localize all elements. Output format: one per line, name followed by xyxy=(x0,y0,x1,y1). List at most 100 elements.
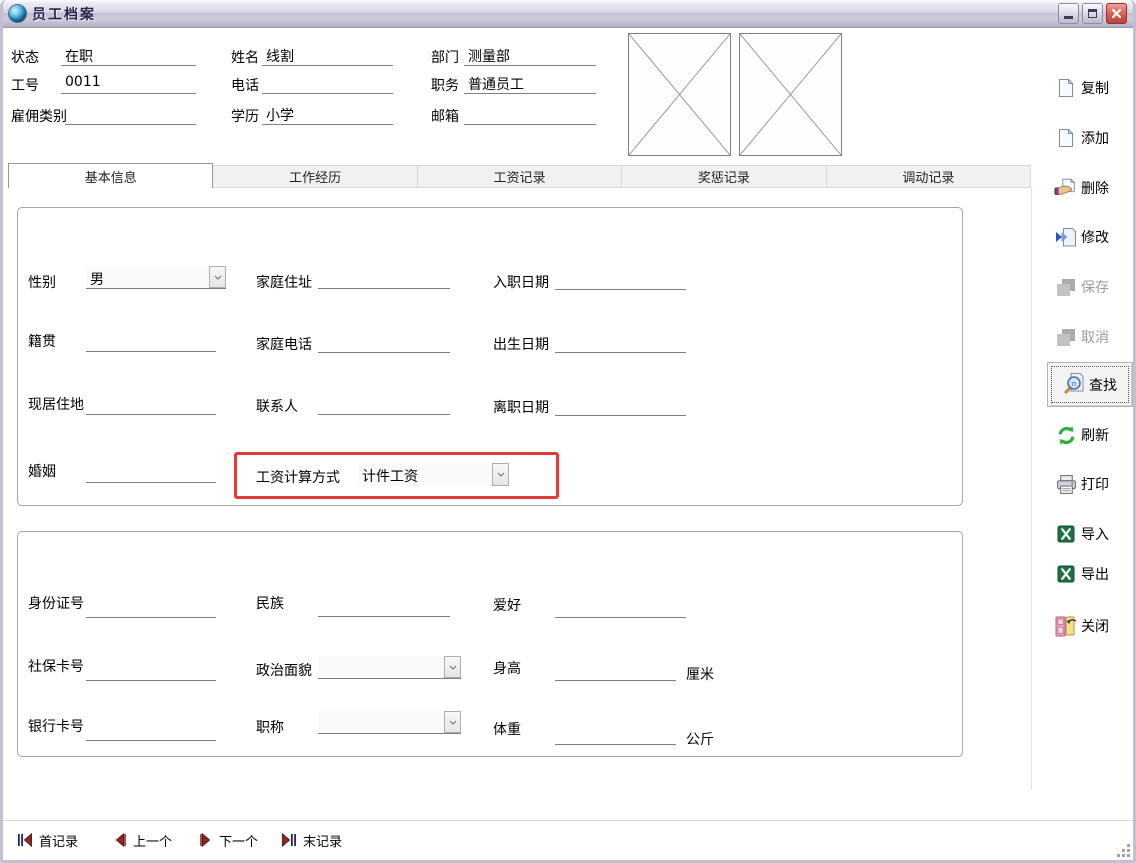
weight-field[interactable] xyxy=(555,725,676,745)
job-title-combobox[interactable] xyxy=(318,711,461,734)
position-field[interactable]: 普通员工 xyxy=(464,74,596,94)
education-field[interactable]: 小学 xyxy=(262,105,393,125)
tab-work-experience[interactable]: 工作经历 xyxy=(213,165,417,188)
refresh-arrows-icon xyxy=(1054,424,1078,446)
name-field[interactable]: 线割 xyxy=(262,46,393,66)
hire-date-field[interactable] xyxy=(555,270,686,290)
salary-method-label: 工资计算方式 xyxy=(256,467,340,487)
photo-x-placeholder-icon xyxy=(629,34,730,155)
salary-method-value: 计件工资 xyxy=(362,466,418,486)
native-place-field[interactable] xyxy=(86,332,216,352)
import-button-label: 导入 xyxy=(1081,524,1109,544)
last-record-button[interactable]: 末记录 xyxy=(281,830,342,850)
phone-label: 电话 xyxy=(231,75,259,95)
import-button[interactable]: 导入 xyxy=(1054,521,1134,547)
gender-dropdown-button[interactable] xyxy=(209,266,226,288)
svg-text:n: n xyxy=(1072,380,1076,388)
save-button-label: 保存 xyxy=(1081,277,1109,297)
hire-date-label: 入职日期 xyxy=(493,272,549,292)
print-button-label: 打印 xyxy=(1081,474,1109,494)
weight-unit-label: 公斤 xyxy=(686,729,714,749)
cancel-button-label: 取消 xyxy=(1081,327,1109,347)
hobby-label: 爱好 xyxy=(493,595,521,615)
chevron-down-icon xyxy=(449,720,457,725)
add-button[interactable]: 添加 xyxy=(1054,125,1134,151)
chevron-down-icon xyxy=(497,472,505,477)
refresh-button[interactable]: 刷新 xyxy=(1054,422,1134,448)
close-window-button[interactable]: 关闭 xyxy=(1054,613,1134,639)
home-phone-label: 家庭电话 xyxy=(256,334,312,354)
home-address-label: 家庭住址 xyxy=(256,272,312,292)
employ-type-field[interactable] xyxy=(65,105,196,125)
bank-card-field[interactable] xyxy=(86,721,216,741)
residence-field[interactable] xyxy=(86,395,216,415)
copy-button[interactable]: 复制 xyxy=(1054,75,1134,101)
first-record-label: 首记录 xyxy=(39,831,78,850)
hobby-field[interactable] xyxy=(555,598,686,618)
tab-salary-records[interactable]: 工资记录 xyxy=(418,165,622,188)
export-button[interactable]: 导出 xyxy=(1054,561,1134,587)
salary-method-combobox[interactable]: 计件工资 xyxy=(358,463,509,486)
job-title-label: 职称 xyxy=(256,717,284,737)
email-field[interactable] xyxy=(464,105,596,125)
salary-method-dropdown-button[interactable] xyxy=(492,463,509,486)
basic-info-groupbox xyxy=(17,207,963,506)
employee-photo-placeholder[interactable] xyxy=(628,33,731,156)
close-button[interactable] xyxy=(1106,3,1127,24)
id-number-label: 身份证号 xyxy=(28,593,84,613)
ethnicity-field[interactable] xyxy=(318,597,450,617)
last-record-icon xyxy=(281,833,297,847)
political-status-combobox[interactable] xyxy=(318,656,461,679)
previous-record-icon xyxy=(113,833,127,847)
social-card-label: 社保卡号 xyxy=(28,656,84,676)
add-button-label: 添加 xyxy=(1081,128,1109,148)
resize-grip[interactable] xyxy=(1115,842,1131,858)
copy-button-label: 复制 xyxy=(1081,78,1109,98)
birth-date-field[interactable] xyxy=(555,333,686,353)
previous-record-label: 上一个 xyxy=(133,831,172,850)
first-record-icon xyxy=(17,833,33,847)
marriage-field[interactable] xyxy=(86,463,216,483)
employee-photo-placeholder-2[interactable] xyxy=(739,33,842,156)
delete-button-label: 删除 xyxy=(1081,178,1109,198)
tab-basic-info[interactable]: 基本信息 xyxy=(8,163,213,188)
height-field[interactable] xyxy=(555,661,676,681)
education-label: 学历 xyxy=(231,106,259,126)
id-number-field[interactable] xyxy=(86,598,216,618)
leave-date-label: 离职日期 xyxy=(493,397,549,417)
home-phone-field[interactable] xyxy=(318,333,450,353)
leave-date-field[interactable] xyxy=(555,396,686,416)
close-door-icon xyxy=(1054,615,1078,637)
job-title-dropdown-button[interactable] xyxy=(444,711,461,733)
political-status-label: 政治面貌 xyxy=(256,660,312,680)
status-field[interactable]: 在职 xyxy=(61,46,196,66)
next-record-icon xyxy=(199,833,213,847)
social-card-field[interactable] xyxy=(86,661,216,681)
phone-field[interactable] xyxy=(262,74,393,94)
delete-button[interactable]: 删除 xyxy=(1054,175,1134,201)
gender-combobox[interactable]: 男 xyxy=(86,266,226,289)
first-record-button[interactable]: 首记录 xyxy=(17,830,78,850)
cancel-button: 取消 xyxy=(1054,324,1134,350)
political-status-dropdown-button[interactable] xyxy=(444,656,461,678)
print-button[interactable]: 打印 xyxy=(1054,471,1134,497)
department-field[interactable]: 测量部 xyxy=(464,46,596,66)
maximize-button[interactable] xyxy=(1082,3,1103,24)
bank-card-label: 银行卡号 xyxy=(28,716,84,736)
last-record-label: 末记录 xyxy=(303,831,342,850)
content-right-divider xyxy=(1031,188,1032,790)
close-icon xyxy=(1111,8,1122,19)
modify-button[interactable]: 修改 xyxy=(1054,224,1134,250)
tab-transfer-records[interactable]: 调动记录 xyxy=(827,165,1031,188)
contact-person-field[interactable] xyxy=(318,395,450,415)
next-record-button[interactable]: 下一个 xyxy=(199,830,258,850)
emp-id-field[interactable]: 0011 xyxy=(61,74,196,94)
home-address-field[interactable] xyxy=(318,269,450,289)
previous-record-button[interactable]: 上一个 xyxy=(113,830,172,850)
find-button[interactable]: n 查找 xyxy=(1047,362,1133,407)
tab-reward-punishment-records[interactable]: 奖惩记录 xyxy=(622,165,826,188)
email-label: 邮箱 xyxy=(431,106,459,126)
save-icon xyxy=(1054,276,1078,298)
marriage-label: 婚姻 xyxy=(28,461,56,481)
minimize-button[interactable] xyxy=(1058,3,1079,24)
